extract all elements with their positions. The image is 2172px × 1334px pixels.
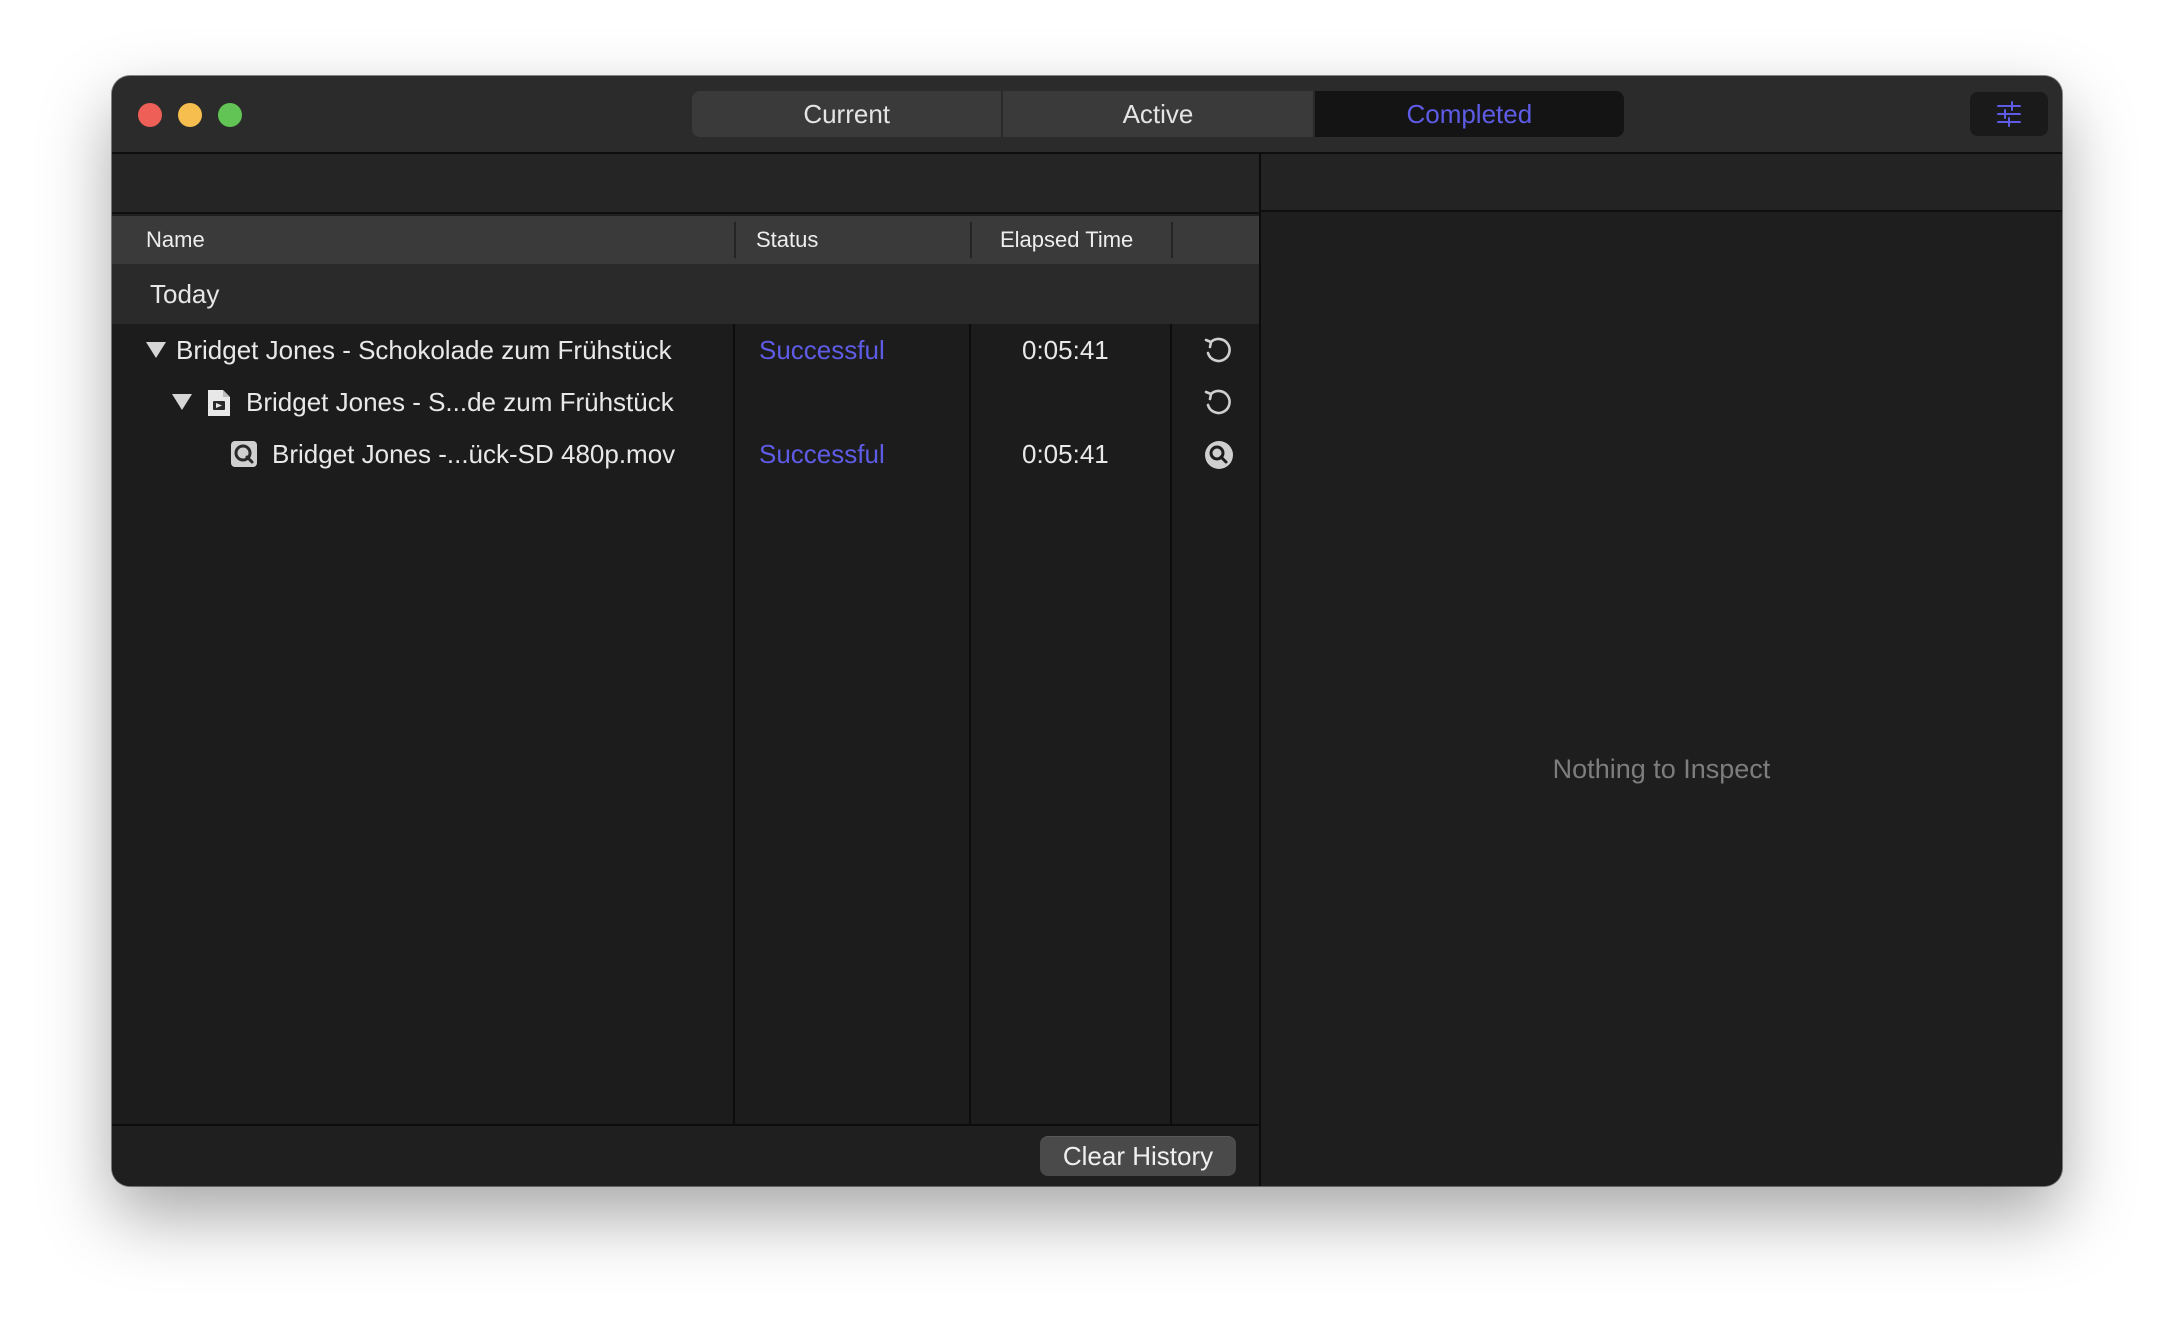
tab-current[interactable]: Current (692, 91, 1004, 137)
row-name: Bridget Jones - S...de zum Frühstück (246, 387, 674, 417)
row-elapsed: 0:05:41 (1022, 335, 1109, 365)
column-elapsed-header[interactable]: Elapsed Time (1000, 216, 1133, 264)
inspector-empty-message: Nothing to Inspect (1552, 754, 1771, 784)
retry-icon[interactable] (1202, 334, 1234, 366)
disclosure-triangle-icon[interactable] (146, 341, 166, 359)
group-header-today: Today (112, 264, 1259, 324)
quicktime-file-icon (231, 441, 257, 467)
row-name: Bridget Jones - Schokolade zum Frühstück (176, 335, 672, 365)
table-row[interactable]: Bridget Jones - S...de zum Frühstück (112, 376, 1259, 428)
view-segmented-control: Current Active Completed (692, 91, 1624, 137)
magnifier-icon[interactable] (1204, 440, 1234, 470)
column-name-header[interactable]: Name (146, 216, 205, 264)
compressor-window: Current Active Completed Name Status Ela… (112, 76, 2062, 1186)
document-icon (208, 390, 230, 416)
batch-list-pane: Name Status Elapsed Time Today Bridget J… (112, 154, 1259, 1186)
list-footer: Clear History (112, 1124, 1259, 1186)
table-row[interactable]: Bridget Jones -...ück-SD 480p.mov Succes… (112, 428, 1259, 480)
close-window-button[interactable] (138, 103, 162, 127)
tab-active[interactable]: Active (1003, 91, 1315, 137)
disclosure-triangle-icon[interactable] (172, 393, 192, 411)
table-row[interactable]: Bridget Jones - Schokolade zum Frühstück… (112, 324, 1259, 376)
row-name: Bridget Jones -...ück-SD 480p.mov (272, 439, 676, 469)
group-label: Today (150, 279, 220, 309)
column-header: Name Status Elapsed Time (112, 216, 1259, 264)
row-status: Successful (759, 439, 885, 469)
sliders-icon (1997, 101, 2021, 127)
inspector-toolbar (1261, 154, 2062, 212)
list-toolbar (112, 154, 1259, 214)
clear-history-button[interactable]: Clear History (1040, 1136, 1236, 1176)
minimize-window-button[interactable] (178, 103, 202, 127)
tab-completed[interactable]: Completed (1314, 91, 1624, 137)
column-separator (970, 222, 972, 258)
column-status-header[interactable]: Status (756, 216, 818, 264)
title-bar: Current Active Completed (112, 76, 2062, 154)
inspector-toggle-button[interactable] (1970, 92, 2048, 136)
retry-icon[interactable] (1202, 386, 1234, 418)
column-separator (1171, 222, 1173, 258)
row-status: Successful (759, 335, 885, 365)
inspector-pane: Nothing to Inspect (1261, 154, 2062, 1186)
job-list: Bridget Jones - Schokolade zum Frühstück… (112, 324, 1259, 1124)
column-separator (734, 222, 736, 258)
zoom-window-button[interactable] (218, 103, 242, 127)
row-elapsed: 0:05:41 (1022, 439, 1109, 469)
